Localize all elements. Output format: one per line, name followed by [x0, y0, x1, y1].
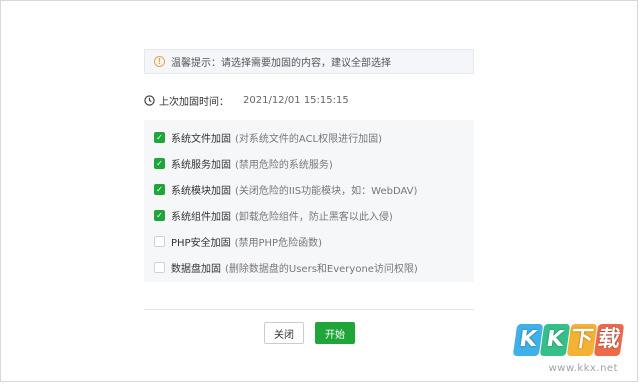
last-time-label: 上次加固时间： [159, 96, 229, 108]
option-name: 系统服务加固 [171, 159, 231, 171]
watermark: K K 下 载 www.kkx.net [508, 306, 628, 378]
option-system-module[interactable]: ✓ 系统模块加固 (关闭危险的IIS功能模块，如：WebDAV) [154, 181, 417, 197]
option-system-file[interactable]: ✓ 系统文件加固 (对系统文件的ACL权限进行加固) [154, 129, 382, 145]
start-button[interactable]: 开始 [315, 322, 355, 344]
checkbox[interactable]: ✓ [154, 209, 165, 221]
option-name: 数据盘加固 [171, 263, 221, 275]
option-desc: (禁用PHP危险函数) [234, 237, 322, 249]
option-php-security[interactable]: PHP安全加固 (禁用PHP危险函数) [154, 233, 322, 249]
warning-icon: ! [154, 56, 165, 67]
checkbox[interactable] [154, 261, 165, 273]
checkbox[interactable]: ✓ [154, 131, 165, 143]
hardening-options-list: ✓ 系统文件加固 (对系统文件的ACL权限进行加固) ✓ 系统服务加固 (禁用危… [144, 120, 474, 282]
option-system-component[interactable]: ✓ 系统组件加固 (卸载危险组件，防止黑客以此入侵) [154, 207, 393, 223]
checkbox[interactable]: ✓ [154, 183, 165, 195]
option-system-service[interactable]: ✓ 系统服务加固 (禁用危险的系统服务) [154, 155, 333, 171]
clock-icon [144, 94, 155, 106]
watermark-url: www.kkx.net [548, 363, 618, 374]
checkbox[interactable] [154, 235, 165, 247]
option-name: PHP安全加固 [171, 237, 231, 249]
tip-banner: ! 温馨提示：请选择需要加固的内容，建议全部选择 [144, 49, 474, 74]
option-name: 系统组件加固 [171, 211, 231, 223]
checkbox[interactable]: ✓ [154, 157, 165, 169]
option-name: 系统模块加固 [171, 185, 231, 197]
close-button[interactable]: 关闭 [264, 322, 304, 344]
last-time-value: 2021/12/01 15:15:15 [243, 94, 349, 106]
watermark-char: K [539, 324, 571, 356]
option-desc: (删除数据盘的Users和Everyone访问权限) [225, 263, 418, 275]
option-data-disk[interactable]: 数据盘加固 (删除数据盘的Users和Everyone访问权限) [154, 259, 418, 275]
option-name: 系统文件加固 [171, 133, 231, 145]
watermark-logo: K K 下 载 [512, 324, 625, 356]
option-desc: (禁用危险的系统服务) [235, 159, 333, 171]
option-desc: (对系统文件的ACL权限进行加固) [235, 133, 383, 145]
footer-divider [144, 309, 474, 310]
watermark-char: K [512, 324, 544, 356]
last-hardening-time: 上次加固时间： 2021/12/01 15:15:15 [144, 92, 349, 108]
tip-text: 温馨提示：请选择需要加固的内容，建议全部选择 [171, 58, 391, 69]
watermark-char: 载 [593, 324, 625, 356]
option-desc: (关闭危险的IIS功能模块，如：WebDAV) [235, 185, 418, 197]
option-desc: (卸载危险组件，防止黑客以此入侵) [235, 211, 393, 223]
watermark-char: 下 [566, 324, 598, 356]
